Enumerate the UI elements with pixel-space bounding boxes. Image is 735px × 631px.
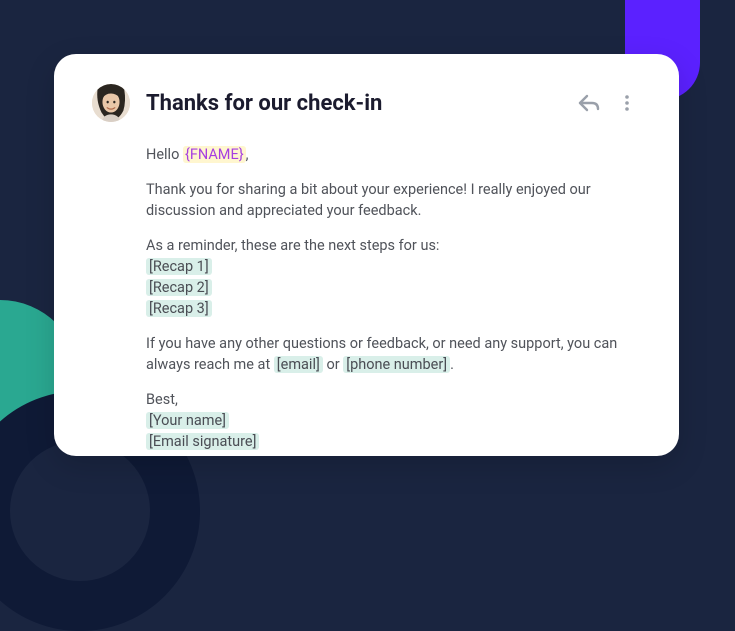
email-template-card: Thanks for our check-in Hello {FNAME}, T… (54, 54, 679, 456)
card-header: Thanks for our check-in (92, 84, 641, 122)
email-body: Hello {FNAME}, Thank you for sharing a b… (146, 144, 641, 452)
merge-tag-fname: {FNAME} (183, 146, 246, 163)
your-name-placeholder: [Your name] (146, 412, 229, 429)
recap-3-placeholder: [Recap 3] (146, 300, 212, 317)
thanks-paragraph: Thank you for sharing a bit about your e… (146, 179, 641, 221)
reminder-intro: As a reminder, these are the next steps … (146, 235, 641, 256)
greeting-suffix: , (246, 146, 249, 163)
greeting-line: Hello {FNAME}, (146, 144, 641, 165)
reply-icon[interactable] (575, 89, 603, 117)
support-paragraph: If you have any other questions or feedb… (146, 333, 641, 375)
header-actions (575, 89, 641, 117)
recap-1-placeholder: [Recap 1] (146, 258, 212, 275)
support-after: . (450, 356, 454, 373)
avatar (92, 84, 130, 122)
signature-placeholder: [Email signature] (146, 433, 259, 450)
email-placeholder: [email] (274, 356, 323, 373)
greeting-prefix: Hello (146, 146, 183, 163)
recap-2-placeholder: [Recap 2] (146, 279, 212, 296)
more-options-icon[interactable] (613, 89, 641, 117)
recap-line-3: [Recap 3] (146, 298, 641, 319)
signoff: Best, (146, 389, 641, 410)
email-subject: Thanks for our check-in (146, 91, 559, 116)
support-mid: or (323, 356, 343, 373)
phone-placeholder: [phone number] (343, 356, 450, 373)
recap-line-1: [Recap 1] (146, 256, 641, 277)
recap-line-2: [Recap 2] (146, 277, 641, 298)
your-name-line: [Your name] (146, 410, 641, 431)
signature-line: [Email signature] (146, 431, 641, 452)
